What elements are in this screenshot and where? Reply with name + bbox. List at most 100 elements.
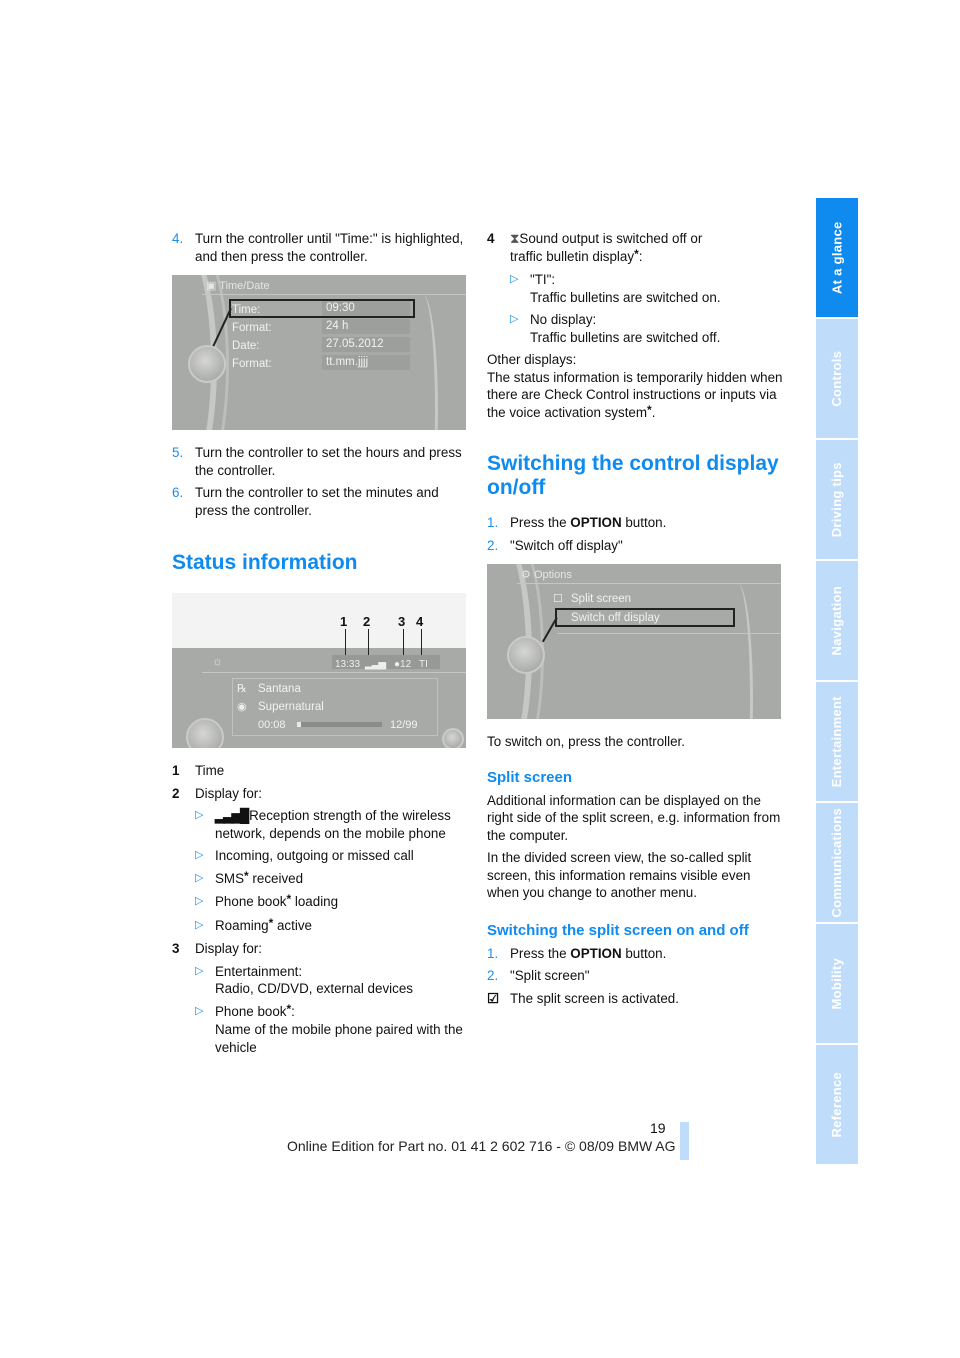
highlight-frame [229,299,415,318]
entertainment-menu-icon: ☼ [212,654,223,668]
step-text: button. [621,945,667,961]
album-icon: ◉ [237,701,247,713]
bullet-triangle-icon: ▷ [195,871,204,884]
tab-navigation[interactable]: Navigation [816,561,858,680]
legend-number: 2 [172,785,180,801]
tab-reference[interactable]: Reference [816,1045,858,1164]
tab-communications[interactable]: Communications [816,803,858,922]
callout-1: 1 [340,614,348,629]
footer-edition-text: Online Edition for Part no. 01 41 2 602 … [287,1138,676,1154]
tab-mobility[interactable]: Mobility [816,924,858,1043]
tab-label: Navigation [829,585,845,656]
bullet-text: Incoming, outgoing or missed call [215,848,414,863]
screen-title-text: Time/Date [219,280,270,292]
bullet-text: Entertainment: [215,963,303,979]
result-text: The split screen is activated. [510,990,679,1006]
track-number: 12/99 [390,719,418,731]
bullet-triangle-icon: ▷ [195,849,204,861]
status-information-heading: Status information [172,551,358,574]
paragraph-text: . [651,404,656,420]
bullet-item: ▷ Incoming, outgoing or missed call [195,847,468,865]
tab-entertainment[interactable]: Entertainment [816,682,858,801]
bullet-item: ▷ "TI": Traffic bulletins are switched on… [510,271,783,306]
legend-number: 1 [172,763,180,778]
bullet-text: Traffic bulletins are switched on. [530,289,721,305]
left-column: 4. Turn the controller until "Time:" is … [172,230,468,1061]
row-label: Format: [232,322,272,334]
tab-label: Entertainment [829,695,845,788]
bullet-triangle-icon: ▷ [195,918,204,931]
split-step-1: 1. Press the OPTION button. [487,945,783,963]
bullet-text: No display: [530,312,597,327]
sound-off-icon: ⧗ [510,231,520,246]
station-number: 12 [400,659,412,670]
bullet-text: Phone book [215,894,287,909]
tab-label: Communications [829,807,845,918]
callout-4: 4 [416,614,424,629]
artist-name: Santana [258,683,301,695]
split-screen-heading: Split screen [487,768,573,786]
tab-label: At a glance [829,221,845,294]
split-step-2: 2. "Split screen" [487,967,783,985]
optional-equipment-star-icon: * [244,868,249,883]
switch-on-text: To switch on, press the controller. [487,734,685,749]
legend-text: : [638,248,643,264]
menu-item-split-screen: Split screen [571,593,632,605]
bullet-text: "TI": [530,272,556,287]
bullet-triangle-icon: ▷ [195,895,204,907]
page-number: 19 [650,1120,666,1136]
legend-text: Display for: [195,785,262,801]
step-text: Press the [510,515,571,530]
callout-3: 3 [398,614,406,629]
album-name: Supernatural [258,701,324,713]
tab-controls[interactable]: Controls [816,319,858,438]
divider [557,633,781,634]
tab-label: Driving tips [829,461,845,538]
status-screen-image: 1 2 3 4 13:33 ▂▃▅ ●12 TI ☼ ℞ ◉ Santana S… [172,593,466,748]
options-menu-icon: ⚙ [521,569,531,581]
bullet-text: Radio, CD/DVD, external devices [215,981,413,996]
option-step-2: 2. "Switch off display" [487,537,783,555]
callout-2: 2 [363,614,371,629]
time-date-screen-image: ▣ Time/Date Time: 09:30 Format: 24 h Dat… [172,275,466,430]
screen-right-border [723,584,753,719]
legend-text: Time [195,763,225,778]
legend-number: 4 [487,231,495,246]
track-progress-fill [297,722,302,727]
signal-strength-icon: ▂▃▅ [365,659,386,670]
legend-text: Display for: [195,941,262,956]
step-5: 5. Turn the controller to set the hours … [172,444,468,479]
bullet-item: ▷ Entertainment: Radio, CD/DVD, external … [195,963,468,998]
track-progress-bar [297,722,382,727]
screen-title: ▣ Time/Date [206,278,270,296]
bullet-text: Name of the mobile phone paired with the… [215,1022,463,1055]
legend-item-1: 1 Time [172,762,468,780]
right-column: 4 ⧗Sound output is switched off or traff… [487,230,783,1012]
other-displays-paragraph: Other displays: The status information i… [487,351,783,422]
legend-text: traffic bulletin display [510,248,635,264]
row-value: tt.mm.jjjj [322,355,410,370]
options-screen-image: ⚙ Options ☐ Split screen Switch off disp… [487,564,781,719]
legend-item-2: 2 Display for: [172,785,468,803]
legend-item-3: 3 Display for: [172,940,468,958]
split-paragraph-1: Additional information can be displayed … [487,792,781,843]
optional-equipment-star-icon: * [268,915,274,930]
tab-at-a-glance[interactable]: At a glance [816,198,858,317]
step-number: 1. [487,945,499,961]
split-onoff-heading: Switching the split screen on and off [487,921,749,939]
bullet-triangle-icon: ▷ [510,313,519,325]
legend-text: Sound output is switched off or [519,231,703,246]
bullet-text: received [248,870,304,886]
divider [202,294,466,295]
bullet-item: ▷ ▂▃▅█ Reception strength of the wireles… [195,807,468,842]
paragraph-text: The status information is temporarily hi… [487,369,783,420]
option-button-label: OPTION [570,515,622,530]
divider [517,583,781,584]
step-text: "Split screen" [510,968,590,983]
status-station: ●12 [394,656,411,674]
bullet-text: loading [291,894,339,909]
tab-driving-tips[interactable]: Driving tips [816,440,858,559]
step-number: 2. [487,537,499,553]
bullet-text: active [273,917,312,933]
row-label: Date: [232,340,260,352]
